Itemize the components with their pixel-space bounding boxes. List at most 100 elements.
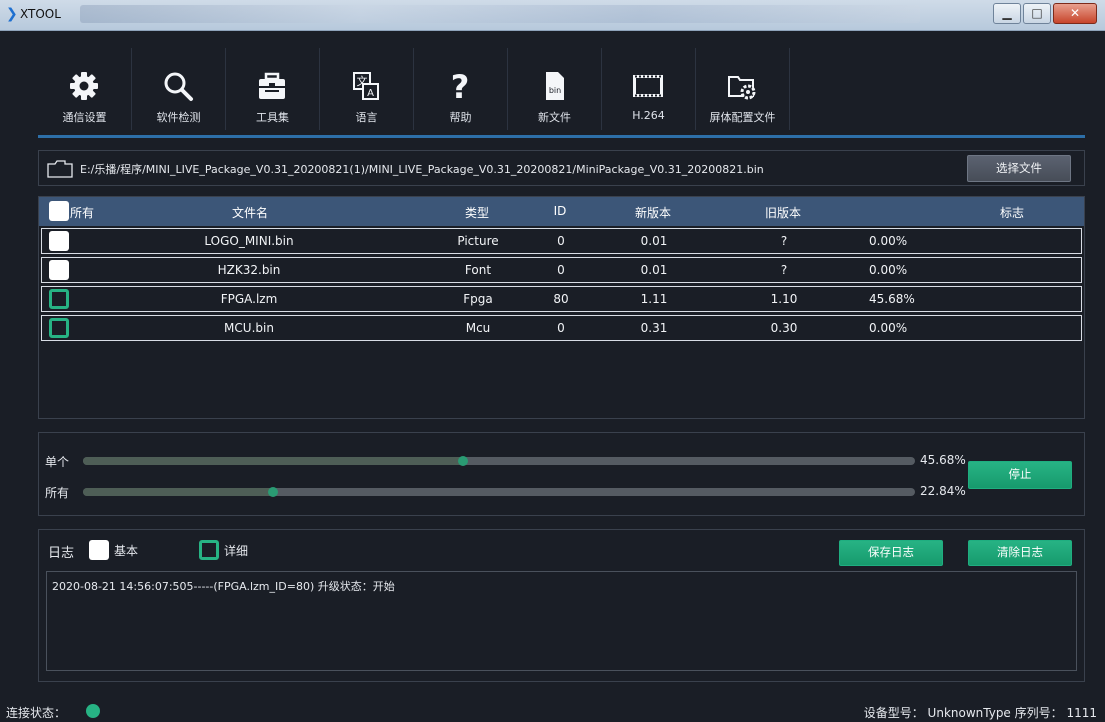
progress-panel: 单个 45.68% 所有 22.84% 停止 [38, 432, 1085, 516]
toolbar-screen-config[interactable]: 屏体配置文件 [696, 48, 790, 130]
table-row[interactable]: LOGO_MINI.bin Picture 0 0.01 ? 0.00% [41, 228, 1082, 254]
toolbar-toolset-label: 工具集 [256, 111, 289, 124]
toolbar-new-file[interactable]: bin 新文件 [508, 48, 602, 130]
row-new-version: 0.31 [640, 321, 668, 335]
toolbar-h264-label: H.264 [632, 109, 665, 122]
table-row[interactable]: HZK32.bin Font 0 0.01 ? 0.00% [41, 257, 1082, 283]
header-id: ID [553, 204, 567, 218]
svg-text:?: ? [451, 70, 470, 102]
single-progress-value: 45.68% [920, 453, 966, 467]
toolbar-comm-settings[interactable]: 通信设置 [38, 48, 132, 130]
log-title: 日志 [48, 546, 75, 561]
language-icon: 文 A [353, 72, 379, 100]
row-filename: FPGA.lzm [220, 292, 278, 306]
select-all-checkbox[interactable] [49, 201, 69, 221]
select-file-button[interactable]: 选择文件 [967, 155, 1071, 182]
row-id: 0 [557, 263, 565, 277]
toolbar-h264[interactable]: H.264 [602, 48, 696, 130]
toolbar-toolset[interactable]: 工具集 [226, 48, 320, 130]
header-all: 所有 [70, 206, 95, 220]
basic-log-label: 基本 [114, 544, 139, 558]
toolbar-language-label: 语言 [355, 111, 378, 124]
toolbar-software-check[interactable]: 软件检测 [132, 48, 226, 130]
single-progress-knob [458, 456, 469, 466]
row-checkbox[interactable] [49, 318, 69, 338]
folder-icon [47, 160, 73, 178]
title-bar-background [80, 5, 920, 23]
gear-icon [70, 72, 98, 100]
header-flag: 标志 [999, 206, 1025, 220]
table-row[interactable]: MCU.bin Mcu 0 0.31 0.30 0.00% [41, 315, 1082, 341]
table-row[interactable]: FPGA.lzm Fpga 80 1.11 1.10 45.68% [41, 286, 1082, 312]
toolbar-divider [38, 135, 1085, 138]
header-filename: 文件名 [231, 206, 269, 220]
bin-file-icon: bin [546, 72, 564, 100]
folder-gear-icon [728, 76, 756, 100]
row-new-version: 0.01 [640, 234, 668, 248]
file-table: 所有 文件名 类型 ID 新版本 旧版本 标志 LOGO_MINI.bin Pi… [38, 196, 1085, 419]
row-progress: 0.00% [869, 234, 908, 248]
row-type: Font [464, 263, 492, 277]
row-checkbox[interactable] [49, 289, 69, 309]
svg-text:A: A [367, 88, 374, 99]
all-progress-knob [268, 487, 279, 497]
row-filename: MCU.bin [224, 321, 274, 335]
row-filename: HZK32.bin [217, 263, 281, 277]
all-progress-bar [83, 487, 915, 497]
detail-log-checkbox[interactable] [199, 540, 219, 560]
film-icon [633, 75, 663, 97]
row-progress: 45.68% [869, 292, 915, 306]
file-path-text: E:/乐播/程序/MINI_LIVE_Package_V0.31_2020082… [80, 163, 764, 176]
header-old-version: 旧版本 [764, 206, 802, 220]
row-id: 80 [553, 292, 569, 306]
detail-log-label: 详细 [224, 544, 249, 558]
file-path-bar: E:/乐播/程序/MINI_LIVE_Package_V0.31_2020082… [38, 150, 1085, 186]
maximize-button[interactable]: □ [1023, 3, 1051, 24]
table-header: 所有 文件名 类型 ID 新版本 旧版本 标志 [39, 197, 1084, 226]
save-log-button[interactable]: 保存日志 [839, 540, 943, 566]
svg-text:bin: bin [549, 86, 561, 95]
row-old-version: ? [780, 234, 788, 248]
row-filename: LOGO_MINI.bin [204, 234, 294, 248]
clear-log-button[interactable]: 清除日志 [968, 540, 1072, 566]
toolbar-language[interactable]: 文 A 语言 [320, 48, 414, 130]
app-logo-icon: ❯ [6, 6, 18, 22]
row-checkbox[interactable] [49, 231, 69, 251]
row-id: 0 [557, 321, 565, 335]
log-output[interactable]: 2020-08-21 14:56:07:505-----(FPGA.lzm_ID… [46, 571, 1077, 671]
all-progress-label: 所有 [45, 486, 70, 500]
status-bar: 连接状态： 设备型号： UnknownType 序列号： 1111 [0, 700, 1105, 722]
window-title: XTOOL [20, 7, 61, 21]
main-toolbar: 通信设置 软件检测 工具集 文 A 语言 ? 帮助 bin 新文件 H.264 … [38, 48, 790, 130]
close-button[interactable]: ✕ [1053, 3, 1097, 24]
row-progress: 0.00% [869, 263, 908, 277]
row-type: Mcu [465, 321, 491, 335]
toolbar-help[interactable]: ? 帮助 [414, 48, 508, 130]
single-progress-bar [83, 456, 915, 466]
row-progress: 0.00% [869, 321, 908, 335]
row-type: Fpga [463, 292, 493, 306]
row-old-version: ? [780, 263, 788, 277]
toolbar-software-check-label: 软件检测 [156, 111, 201, 124]
single-progress-label: 单个 [45, 455, 70, 469]
row-old-version: 0.30 [770, 321, 798, 335]
window-controls: ▁ □ ✕ [991, 3, 1097, 24]
all-progress-value: 22.84% [920, 484, 966, 498]
toolbar-screen-config-label: 屏体配置文件 [709, 111, 776, 124]
row-id: 0 [557, 234, 565, 248]
all-progress-fill [83, 488, 274, 496]
row-new-version: 1.11 [640, 292, 668, 306]
basic-log-checkbox[interactable] [89, 540, 109, 560]
toolbar-help-label: 帮助 [449, 111, 472, 124]
maximize-icon: □ [1031, 6, 1043, 20]
stop-button[interactable]: 停止 [968, 461, 1072, 489]
header-new-version: 新版本 [634, 206, 672, 220]
row-checkbox[interactable] [49, 260, 69, 280]
connection-status-indicator [86, 704, 100, 718]
title-bar[interactable]: ❯ XTOOL ▁ □ ✕ [0, 0, 1105, 31]
log-panel: 日志 基本 详细 保存日志 清除日志 2020-08-21 14:56:07:5… [38, 529, 1085, 682]
row-old-version: 1.10 [770, 292, 798, 306]
row-type: Picture [457, 234, 499, 248]
connection-status-label: 连接状态： [6, 706, 67, 720]
minimize-button[interactable]: ▁ [993, 3, 1021, 24]
